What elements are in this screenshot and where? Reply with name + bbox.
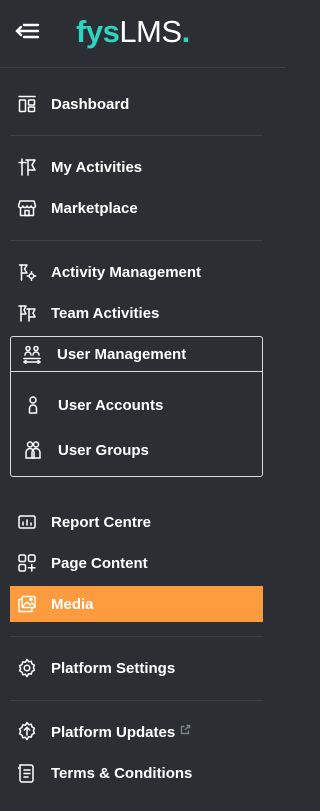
divider: [10, 240, 263, 241]
flag-gear-icon: [16, 261, 38, 283]
nav-item-dashboard[interactable]: Dashboard: [10, 86, 263, 122]
nav-subitem-user-accounts[interactable]: User Accounts: [11, 387, 262, 423]
nav-item-report-centre[interactable]: Report Centre: [10, 504, 263, 540]
nav-item-label-text: Platform Updates: [51, 723, 176, 741]
divider: [10, 636, 263, 637]
nav-item-label: Activity Management: [51, 263, 202, 281]
nav-item-label: Marketplace: [51, 199, 138, 217]
nav-item-label: Dashboard: [51, 95, 130, 113]
gear-icon: [16, 657, 38, 679]
nav-item-label: Report Centre: [51, 513, 152, 531]
flag-icon: [16, 156, 38, 178]
store-icon: [16, 197, 38, 219]
nav-item-team-activities[interactable]: Team Activities: [10, 295, 263, 331]
update-icon: [16, 720, 38, 742]
collapse-menu-button[interactable]: [14, 20, 42, 42]
nav-item-label: User Management: [57, 345, 187, 363]
grid-plus-icon: [16, 552, 38, 574]
nav-item-label: Team Activities: [51, 304, 160, 322]
nav-item-my-activities[interactable]: My Activities: [10, 149, 263, 185]
nav-item-platform-settings[interactable]: Platform Settings: [10, 650, 263, 686]
app-logo[interactable]: fysLMS.: [76, 13, 190, 51]
divider: [10, 700, 263, 701]
nav-subitem-user-groups[interactable]: User Groups: [11, 432, 262, 468]
nav-item-media[interactable]: Media: [10, 586, 263, 622]
nav-item-label: Media: [51, 595, 94, 613]
images-icon: [16, 593, 38, 615]
nav-item-label: User Accounts: [58, 396, 164, 414]
nav-item-label: Platform Updates: [51, 722, 191, 741]
nav-item-label: User Groups: [58, 441, 149, 459]
user-management-group: User Management User Accounts User Group…: [10, 336, 263, 477]
user-icon: [22, 394, 44, 416]
logo-part-lms: LMS: [119, 14, 182, 49]
nav-item-platform-updates[interactable]: Platform Updates: [10, 713, 263, 749]
user-group-icon: [22, 439, 44, 461]
logo-dot: .: [181, 14, 191, 49]
nav-item-marketplace[interactable]: Marketplace: [10, 190, 263, 226]
nav-item-label: My Activities: [51, 158, 143, 176]
external-link-icon: [180, 722, 191, 739]
nav-item-page-content[interactable]: Page Content: [10, 545, 263, 581]
nav-item-label: Terms & Conditions: [51, 764, 193, 782]
flags-icon: [16, 302, 38, 324]
nav-item-terms-conditions[interactable]: Terms & Conditions: [10, 755, 263, 791]
logo-part-fys: fys: [76, 14, 120, 49]
users-icon: [21, 343, 43, 365]
nav-item-user-management[interactable]: User Management: [11, 337, 262, 372]
sidebar-header: fysLMS.: [0, 0, 285, 68]
dashboard-icon: [16, 93, 38, 115]
document-icon: [16, 762, 38, 784]
report-icon: [16, 511, 38, 533]
divider: [10, 135, 263, 136]
menu-collapse-icon: [15, 23, 40, 39]
nav-item-activity-management[interactable]: Activity Management: [10, 254, 263, 290]
nav-item-label: Page Content: [51, 554, 148, 572]
nav-item-label: Platform Settings: [51, 659, 176, 677]
